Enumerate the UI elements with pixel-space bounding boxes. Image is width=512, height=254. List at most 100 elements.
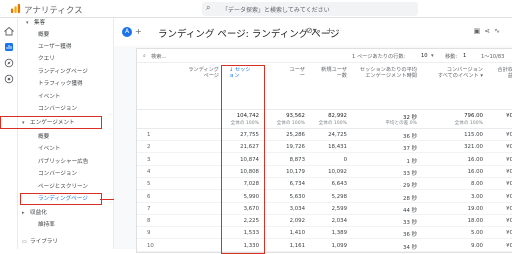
rows-per-page-select[interactable]: 10 [421,53,428,59]
column-header-conversions[interactable]: コンバージョン すべてのイベント ▾ [421,67,483,79]
table-row[interactable]: 6 5,990 5,630 5,298 28 秒 3.00 ¥0 [137,192,512,203]
cell-engagement: 33 秒 [403,170,417,177]
cell-engagement: 1 秒 [406,158,417,165]
cell-engagement: 36 秒 [403,134,417,140]
cell-new-users: 0 [343,156,347,163]
nav-engagement-header[interactable]: ▾ エンゲージメント [22,118,75,128]
nav-item-user-acquisition[interactable]: ユーザー獲得 [38,42,71,52]
table-row[interactable]: 4 10,808 10,179 10,092 33 秒 16.00 ¥0 [137,167,512,178]
cell-engagement: 33 秒 [403,220,417,227]
cell-conversions: 9.00 [470,242,483,249]
report-badge-icon[interactable]: A [122,27,132,37]
cell-new-users: 1,099 [331,242,347,249]
nav-item-eng-conversions[interactable]: コンバージョン [38,169,77,179]
cell-engagement: 37 秒 [403,146,417,153]
side-navigation: ▾ 集客 概要 ユーザー獲得 クエリ ランディングページ トラフィック獲得 イベン… [0,18,114,249]
cell-revenue: ¥0 [506,181,512,188]
total-engagement-diff: 平均との差 0% [385,121,417,126]
cell-engagement: 28 秒 [403,195,417,202]
column-header-landing-page[interactable]: ランディング ページ [177,67,219,79]
nav-item-acq-events[interactable]: イベント [38,92,60,102]
nav-monetization-header[interactable]: ▸ 収益化 [22,208,47,218]
total-users-share: 全体の 100% [276,121,305,126]
table-row[interactable]: 7 3,670 3,034 2,599 44 秒 19.00 ¥0 [137,204,512,215]
nav-item-eng-overview[interactable]: 概要 [38,132,49,142]
explore-icon[interactable] [4,58,14,68]
add-comparison-icon[interactable]: + [135,27,142,36]
goto-input[interactable]: 1 [463,53,466,59]
insights-icon[interactable]: ∿ [494,27,504,35]
cell-revenue: ¥0 [506,168,512,175]
share-icon[interactable]: ⋖ [484,27,494,35]
table-row[interactable]: 10 1,330 1,161 1,099 34 秒 9.00 ¥0 [137,241,512,252]
nav-library[interactable]: ▭ ライブラリ [22,237,58,247]
chevron-down-icon[interactable]: ▾ [431,53,434,59]
table-search-input[interactable]: 検索... [151,53,166,60]
column-header-users[interactable]: ユーザ ー [273,67,305,79]
cell-engagement: 44 秒 [403,207,417,214]
cell-conversions: 3.00 [470,193,483,200]
nav-item-acq-overview[interactable]: 概要 [38,30,49,40]
total-new-users: 82,992 [328,113,347,119]
row-number: 9 [147,230,151,237]
table-row[interactable]: 5 7,028 6,734 6,643 29 秒 8.00 ¥0 [137,179,512,191]
cell-new-users: 10,092 [328,168,347,175]
table-row[interactable]: 3 10,874 8,873 0 1 秒 16.00 ¥0 [137,155,512,166]
nav-item-queries[interactable]: クエリ [38,54,55,64]
search-icon: ⌕ [143,53,146,59]
cell-users: 10,179 [286,168,305,175]
cell-users: 25,286 [286,132,305,138]
nav-item-retention[interactable]: 維持率 [38,220,55,230]
column-header-new-users[interactable]: 新規ユーザ ー数 [307,67,347,79]
total-users: 93,562 [286,113,305,119]
add-tab-icon[interactable]: + [326,26,333,35]
row-number: 1 [147,132,151,138]
cell-users: 19,726 [286,144,305,151]
nav-item-acq-conversions[interactable]: コンバージョン [38,104,77,114]
row-number: 7 [147,205,151,212]
cell-new-users: 2,599 [331,205,347,212]
nav-item-publisher-ads[interactable]: パブリッシャー広告 [38,157,88,167]
cell-new-users: 18,431 [328,144,347,151]
table-row[interactable]: 9 1,533 1,410 1,389 36 秒 5.00 ¥0 [137,228,512,240]
cell-revenue: ¥0 [506,230,512,237]
cell-revenue: ¥0 [506,156,512,163]
row-number: 3 [147,156,151,163]
row-number: 10 [147,242,154,249]
cell-users: 1,161 [289,242,305,249]
column-header-revenue[interactable]: 合計収 益 [487,67,512,79]
cell-conversions: 321.00 [464,144,483,151]
nav-item-acq-landing-page[interactable]: ランディングページ [38,67,88,77]
nav-item-eng-events[interactable]: イベント [38,144,60,154]
rows-per-page-label: 1 ページあたりの行数: [352,54,406,60]
column-header-avg-engagement[interactable]: セッションあたりの平均 エンゲージメント時間 [351,67,417,79]
cell-new-users: 1,389 [331,230,347,237]
home-icon[interactable] [4,26,14,36]
sessions-column-highlight-box [221,65,265,254]
table-row[interactable]: 1 27,755 25,286 24,725 36 秒 115.00 ¥0 [137,130,512,141]
main-content: A + ランディング ページ: ランディング ページ ⊘▾ + ▣⋖∿ ⌕ 検索… [114,18,512,254]
cell-conversions: 16.00 [467,156,483,163]
analytics-logo-icon[interactable] [10,3,21,14]
table-row[interactable]: 8 2,225 2,092 2,034 33 秒 18.00 ¥0 [137,216,512,228]
nav-item-eng-landing-page[interactable]: ランディングページ [38,194,88,204]
advertising-icon[interactable] [4,74,14,84]
nav-acquisition-header[interactable]: ▾ 集客 [26,18,45,28]
folder-icon: ▭ [22,239,27,245]
cell-conversions: 18.00 [467,218,483,225]
cell-engagement: 29 秒 [403,183,417,190]
chevron-down-icon: ▾ [22,120,25,126]
reports-icon[interactable] [4,42,14,52]
cell-revenue: ¥0 [506,218,512,225]
nav-item-traffic-acquisition[interactable]: トラフィック獲得 [38,79,83,89]
search-placeholder: 「データ探索」と検索してみてください [222,7,330,14]
nav-item-pages-screens[interactable]: ページとスクリーン [38,182,88,192]
search-input[interactable]: ⌕ 「データ探索」と検索してみてください [202,2,418,16]
cell-conversions: 5.00 [470,230,483,237]
chevron-right-icon: ▸ [22,210,25,216]
pagination-label: 1～10/83 [481,54,505,60]
edit-icon[interactable]: ▣ [474,27,485,35]
table-row[interactable]: 2 21,627 19,726 18,431 37 秒 321.00 ¥0 [137,142,512,154]
check-circle-icon[interactable]: ⊘▾ [306,26,317,35]
cell-conversions: 19.00 [467,205,483,212]
